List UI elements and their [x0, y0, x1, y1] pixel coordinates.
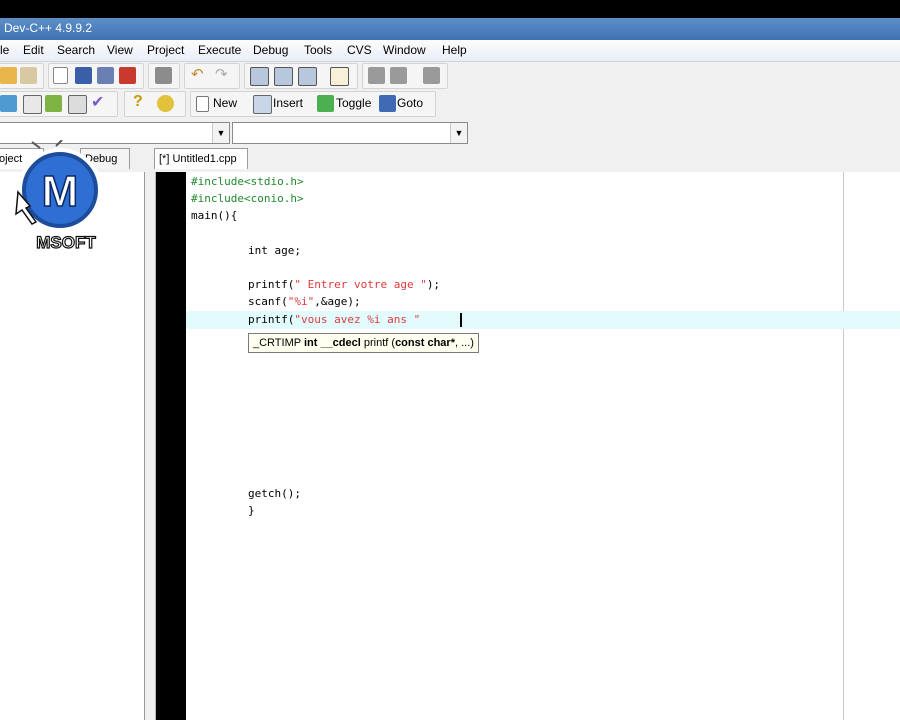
bookmark-icon[interactable] — [423, 67, 440, 84]
code-line-5: printf(" Entrer votre age "); — [248, 276, 440, 293]
chevron-down-icon[interactable]: ▼ — [212, 123, 229, 143]
toolbar-compile-group: ✔ — [0, 91, 118, 117]
code-line-7: printf("vous avez %i ans " — [248, 311, 420, 328]
code-line-2: #include<conio.h> — [191, 192, 304, 205]
right-margin-line — [843, 172, 844, 720]
help-icon[interactable]: ? — [133, 93, 143, 111]
code-func: scanf( — [248, 295, 288, 308]
save-all-icon[interactable] — [97, 67, 114, 84]
code-punct: ); — [426, 278, 441, 291]
goto-icon[interactable] — [379, 95, 396, 112]
code-string: "%i" — [287, 295, 315, 308]
menu-tools[interactable]: Tools — [304, 43, 332, 57]
toolbar-project-group: New Insert Toggle Goto — [190, 91, 436, 117]
toolbar-help-group: ? — [124, 91, 186, 117]
insert-icon[interactable] — [253, 95, 272, 114]
toolbar-search-group — [244, 63, 358, 89]
menu-project[interactable]: Project — [147, 43, 184, 57]
toggle-icon[interactable] — [317, 95, 334, 112]
indent-icon[interactable] — [390, 67, 407, 84]
code-string: " Entrer votre age " — [294, 278, 427, 291]
tabs-row — [0, 150, 900, 173]
code-line-1: #include<stdio.h> — [191, 175, 304, 188]
tab-untitled1[interactable]: [*] Untitled1.cpp — [154, 148, 248, 169]
menu-cvs[interactable]: CVS — [347, 43, 372, 57]
toolbar-print-group — [148, 63, 180, 89]
code-func: printf( — [248, 313, 295, 326]
find-icon[interactable] — [250, 67, 269, 86]
tooltip-part: _CRTIMP — [253, 337, 304, 349]
new-button[interactable]: New — [213, 96, 237, 110]
function-hint-tooltip: _CRTIMP int __cdecl printf (const char*,… — [248, 333, 479, 353]
chevron-down-icon[interactable]: ▼ — [450, 123, 467, 143]
print-icon[interactable] — [155, 67, 172, 84]
menu-help[interactable]: Help — [442, 43, 467, 57]
menu-window[interactable]: Window — [383, 43, 426, 57]
code-line-9: } — [248, 504, 255, 517]
new-file-icon[interactable] — [53, 67, 68, 84]
code-line-8: getch(); — [248, 487, 301, 500]
menu-bar: le Edit Search View Project Execute Debu… — [0, 40, 900, 62]
menu-execute[interactable]: Execute — [198, 43, 241, 57]
menu-search[interactable]: Search — [57, 43, 95, 57]
menu-view[interactable]: View — [107, 43, 133, 57]
undo-icon[interactable]: ↶ — [191, 65, 204, 83]
window-title: Dev-C++ 4.9.9.2 — [4, 21, 93, 35]
code-line-3: main(){ — [191, 209, 238, 222]
goto-button[interactable]: Goto — [397, 96, 423, 110]
tooltip-part: , ...) — [454, 337, 474, 349]
editor-gutter[interactable] — [156, 172, 186, 720]
toolbar-bookmark-group — [362, 63, 448, 89]
save-icon[interactable] — [75, 67, 92, 84]
check-icon[interactable]: ✔ — [91, 92, 104, 112]
new-project-icon[interactable] — [196, 96, 209, 112]
open-icon[interactable] — [0, 67, 17, 84]
code-punct: ,&age); — [314, 295, 361, 308]
logo-text: MSOFT — [36, 233, 96, 252]
menu-edit[interactable]: Edit — [23, 43, 44, 57]
redo-icon[interactable]: ↷ — [215, 65, 228, 83]
text-caret — [460, 313, 462, 327]
compile-run-icon[interactable] — [45, 95, 62, 112]
tooltip-part: printf ( — [363, 337, 396, 349]
toolbar-file-group — [0, 63, 44, 89]
menu-debug[interactable]: Debug — [253, 43, 288, 57]
replace-icon[interactable] — [274, 67, 293, 86]
close-file-icon[interactable] — [119, 67, 136, 84]
find-next-icon[interactable] — [298, 67, 317, 86]
tooltip-part: int __cdecl — [303, 337, 364, 349]
member-combo[interactable]: ▼ — [232, 122, 468, 144]
panel-splitter[interactable] — [145, 172, 156, 720]
toolbar-undo-group: ↶ ↷ — [184, 63, 240, 89]
about-icon[interactable] — [157, 95, 174, 112]
run-icon[interactable] — [23, 95, 42, 114]
msoft-logo: M MSOFT — [15, 140, 102, 253]
code-func: printf( — [248, 278, 295, 291]
toggle-button[interactable]: Toggle — [336, 96, 371, 110]
open-folder-icon[interactable] — [20, 67, 37, 84]
code-line-6: scanf("%i",&age); — [248, 293, 361, 310]
menu-file[interactable]: le — [0, 43, 9, 57]
insert-button[interactable]: Insert — [273, 96, 303, 110]
rebuild-icon[interactable] — [68, 95, 87, 114]
tooltip-part: const char* — [395, 337, 455, 349]
goto-line-icon[interactable] — [330, 67, 349, 86]
toolbar-save-group — [48, 63, 144, 89]
title-bar: Dev-C++ 4.9.9.2 — [0, 18, 900, 40]
compile-icon[interactable] — [0, 95, 17, 112]
code-string: "vous avez %i ans " — [294, 313, 421, 326]
code-line-4: int age; — [248, 244, 301, 257]
logo-letter: M — [42, 167, 79, 216]
unindent-icon[interactable] — [368, 67, 385, 84]
